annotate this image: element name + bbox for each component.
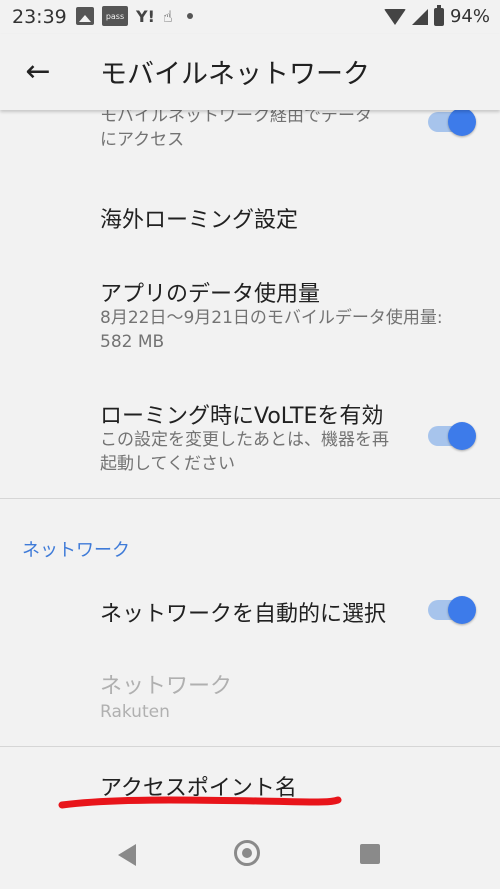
system-icons: 94% [383,4,490,27]
mobile-data-item[interactable]: モバイルネットワーク経由でデータにアクセス [0,110,500,162]
auto-select-network-title: ネットワークを自動的に選択 [100,602,387,627]
app-data-usage-title: アプリのデータ使用量 [100,282,321,307]
nav-home-icon[interactable] [234,840,260,866]
roaming-settings-item[interactable]: 海外ローミング設定 [0,170,500,258]
dot-icon [186,13,193,19]
arrow-left-icon[interactable]: ← [20,54,56,90]
settings-list[interactable]: モバイルネットワーク経由でデータにアクセス 海外ローミング設定 アプリのデータ使… [0,110,500,822]
hand-icon: ☝ [162,6,173,26]
auto-select-network-toggle[interactable] [428,596,476,624]
battery-percent: 94% [449,6,490,27]
image-icon [76,7,94,25]
section-divider [0,498,500,499]
mobile-data-toggle[interactable] [428,110,476,136]
toggle-thumb [448,110,476,136]
auto-select-network-item[interactable]: ネットワークを自動的に選択 [0,576,500,648]
page-title: モバイルネットワーク [100,59,370,90]
wifi-icon [383,8,406,25]
volte-roaming-toggle[interactable] [428,422,476,450]
network-value: Rakuten [100,702,170,722]
roaming-settings-title: 海外ローミング設定 [100,208,299,233]
app-data-usage-item[interactable]: アプリのデータ使用量 8月22日～9月21日のモバイルデータ使用量: 582 M… [0,260,500,356]
volte-roaming-summary: この設定を変更したあとは、機器を再起動してください [100,430,389,474]
nav-back-icon[interactable] [118,844,136,866]
nav-recent-icon[interactable] [360,844,380,864]
battery-icon [433,4,444,26]
mobile-data-summary: モバイルネットワーク経由でデータにアクセス [100,110,372,150]
status-time: 23:39 [12,6,67,28]
signal-icon [411,8,428,25]
status-bar: 23:39 pass Y! ☝ 94% [0,0,500,34]
navigation-bar [0,822,500,889]
notification-icons: pass Y! ☝ [76,6,193,26]
yahoo-icon: Y! [136,6,155,26]
red-underline-annotation [58,796,342,809]
section-divider [0,746,500,747]
toggle-thumb [448,422,476,450]
volte-roaming-item[interactable]: ローミング時にVoLTEを有効 この設定を変更したあとは、機器を再起動してくださ… [0,382,500,492]
app-bar: ← モバイルネットワーク [0,34,500,110]
volte-roaming-title: ローミング時にVoLTEを有効 [100,404,384,429]
network-title: ネットワーク [100,674,233,699]
network-item: ネットワーク Rakuten [0,656,500,736]
toggle-thumb [448,596,476,624]
app-data-usage-summary: 8月22日～9月21日のモバイルデータ使用量: 582 MB [100,308,443,352]
network-section-label: ネットワーク [22,540,130,561]
pass-icon: pass [102,6,128,26]
